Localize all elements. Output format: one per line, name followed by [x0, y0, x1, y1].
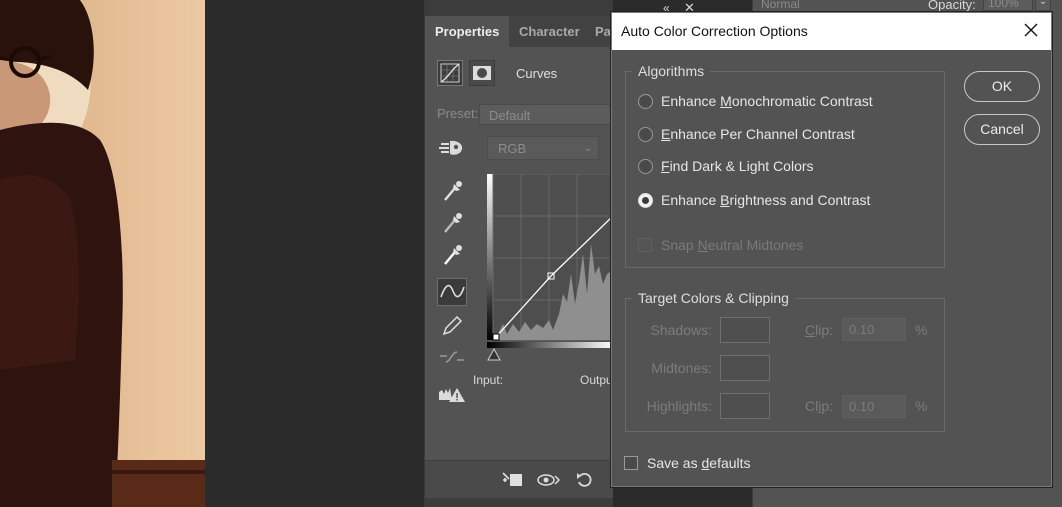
shadows-clip-input[interactable]: 0.10 — [842, 318, 906, 341]
close-icon[interactable] — [1023, 22, 1039, 38]
dialog-title: Auto Color Correction Options — [621, 23, 808, 39]
cancel-button[interactable]: Cancel — [964, 114, 1040, 145]
smooth-curve-icon[interactable] — [437, 344, 467, 372]
radio-button[interactable] — [638, 126, 653, 142]
auto-adjust-icon[interactable] — [439, 138, 465, 161]
portrait-image — [0, 0, 205, 507]
shadows-clip-label: Clip: — [805, 322, 834, 338]
channel-value: RGB — [498, 141, 527, 156]
checkbox-label: Save as defaults — [647, 455, 751, 471]
radio-enhance-brightness-contrast[interactable]: Enhance Brightness and Contrast — [638, 190, 870, 210]
layer-mask-icon[interactable] — [469, 60, 495, 86]
panel-footer — [425, 460, 613, 498]
radio-button-selected[interactable] — [638, 192, 653, 208]
radio-label: Enhance Brightness and Contrast — [661, 192, 871, 208]
checkbox[interactable] — [624, 456, 638, 470]
radio-label: Enhance Per Channel Contrast — [661, 126, 855, 142]
blend-mode-dropdown[interactable]: Normal — [761, 0, 800, 11]
output-label: Outpu — [580, 373, 613, 387]
highlights-clip-label: Clip: — [805, 398, 834, 414]
sample-midtones-eyedropper-icon[interactable] — [437, 208, 467, 236]
radio-find-dark-light-colors[interactable]: Find Dark & Light Colors — [638, 156, 814, 176]
highlights-percent: % — [915, 398, 928, 414]
input-gradient-bar — [487, 342, 613, 348]
ok-button[interactable]: OK — [964, 71, 1040, 102]
shadows-color-swatch[interactable] — [720, 317, 770, 343]
algorithms-title: Algorithms — [632, 63, 711, 79]
sample-highlights-eyedropper-icon[interactable] — [437, 240, 467, 268]
save-as-defaults-checkbox[interactable]: Save as defaults — [624, 455, 751, 471]
clip-to-layer-icon[interactable] — [501, 471, 523, 492]
target-colors-title: Target Colors & Clipping — [632, 290, 795, 306]
dialog-titlebar[interactable]: Auto Color Correction Options — [612, 13, 1051, 50]
clipping-warning-icon[interactable] — [437, 380, 467, 408]
properties-panel: Properties Character Par Curves Preset: … — [424, 0, 616, 507]
chevron-down-icon: ⌄ — [583, 143, 592, 154]
input-label: Input: — [473, 373, 504, 387]
workspace-background — [205, 0, 425, 507]
photo-canvas[interactable] — [0, 0, 205, 507]
preset-dropdown[interactable]: Default — [479, 104, 613, 125]
reset-icon[interactable] — [575, 470, 595, 493]
midtones-color-swatch[interactable] — [720, 355, 770, 381]
tab-character[interactable]: Character — [509, 16, 590, 47]
preset-label: Preset: — [437, 106, 479, 121]
panel-bottom-bar — [425, 498, 613, 507]
highlights-clip-input[interactable]: 0.10 — [842, 395, 906, 418]
curves-graph[interactable] — [487, 173, 614, 342]
auto-color-correction-dialog: Auto Color Correction Options Algorithms… — [611, 12, 1052, 487]
midtones-label: Midtones: — [651, 360, 712, 376]
adjustment-name: Curves — [516, 66, 558, 81]
tab-properties[interactable]: Properties — [425, 16, 510, 47]
radio-enhance-monochromatic-contrast[interactable]: Enhance Monochromatic Contrast — [638, 91, 873, 111]
snap-neutral-midtones-checkbox[interactable]: Snap Neutral Midtones — [638, 235, 803, 255]
panel-tab-row: Properties Character Par — [425, 16, 616, 47]
chevron-down-icon[interactable]: ⌄ — [1035, 0, 1051, 11]
radio-label: Find Dark & Light Colors — [661, 158, 814, 174]
black-point-slider[interactable] — [487, 347, 501, 365]
sample-shadows-eyedropper-icon[interactable] — [437, 176, 467, 204]
radio-label: Enhance Monochromatic Contrast — [661, 93, 873, 109]
curves-adjustment-icon[interactable] — [437, 60, 463, 86]
checkbox[interactable] — [638, 238, 652, 252]
opacity-input[interactable]: 100% — [983, 0, 1033, 11]
radio-enhance-per-channel-contrast[interactable]: Enhance Per Channel Contrast — [638, 124, 855, 144]
radio-button[interactable] — [638, 158, 653, 174]
checkbox-label: Snap Neutral Midtones — [661, 237, 804, 253]
radio-button[interactable] — [638, 93, 653, 109]
highlights-color-swatch[interactable] — [720, 393, 770, 419]
panel-topbar — [425, 0, 613, 16]
opacity-label: Opacity: — [928, 0, 976, 12]
curve-point-tool-icon[interactable] — [437, 278, 467, 306]
channel-dropdown[interactable]: RGB ⌄ — [487, 136, 599, 160]
view-previous-icon[interactable] — [537, 471, 561, 492]
shadows-label: Shadows: — [650, 322, 712, 338]
pencil-icon[interactable] — [437, 312, 467, 340]
highlights-label: Highlights: — [646, 398, 712, 414]
shadows-percent: % — [915, 322, 928, 338]
